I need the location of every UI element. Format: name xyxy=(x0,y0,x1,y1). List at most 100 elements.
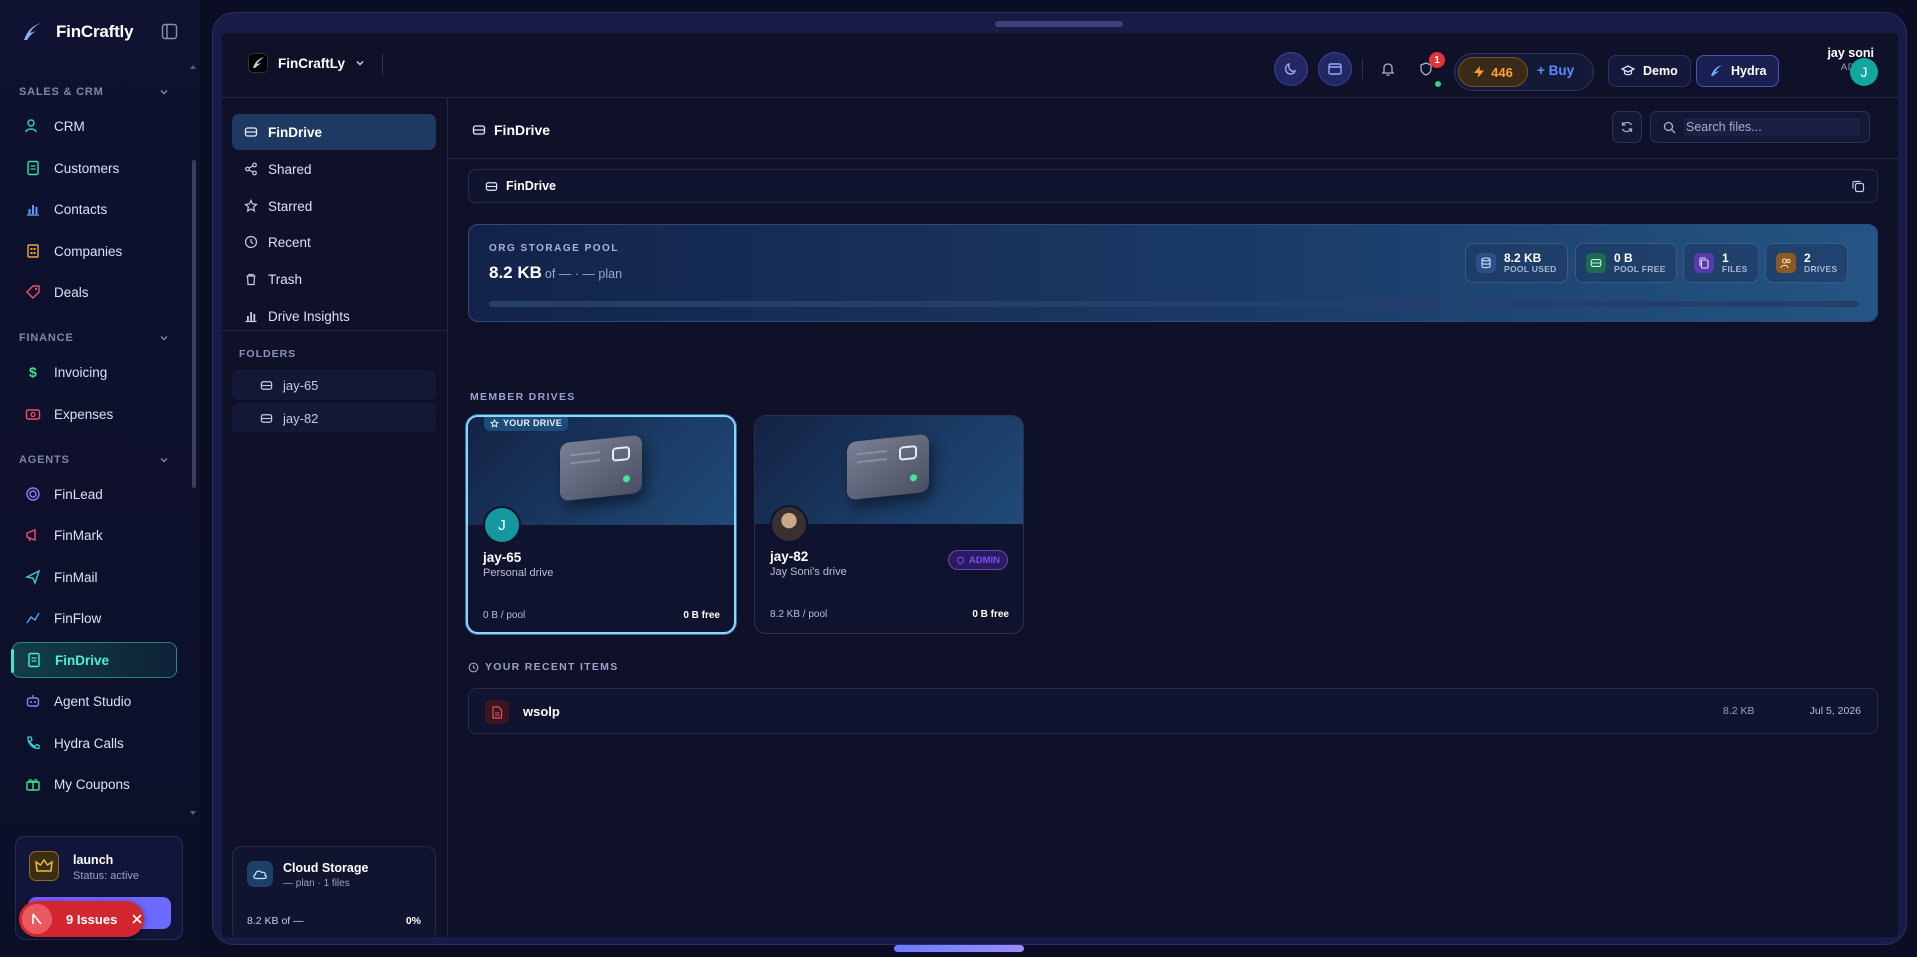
breadcrumb-item[interactable]: FinDrive xyxy=(506,179,556,193)
file-size: 8.2 KB xyxy=(1723,705,1755,717)
org-switcher[interactable]: FinCraftLy xyxy=(248,53,365,73)
admin-badge: ADMIN xyxy=(947,550,1008,570)
section-sales-crm[interactable]: SALES & CRM xyxy=(19,86,169,98)
browser-icon xyxy=(1328,63,1342,75)
nav-item-my-coupons[interactable]: My Coupons xyxy=(12,766,177,802)
drive-card[interactable]: jay-82 Jay Soni's drive ADMIN 8.2 KB / p… xyxy=(754,415,1024,634)
nav-item-agent-studio[interactable]: Agent Studio xyxy=(12,683,177,719)
breadcrumb: FinDrive xyxy=(468,169,1878,203)
nav-item-finlead[interactable]: FinLead xyxy=(12,476,177,512)
drive-card[interactable]: YOUR DRIVE J jay-65 Personal drive 0 B /… xyxy=(466,415,736,634)
target-icon xyxy=(26,487,40,501)
app-logo[interactable]: FinCraftly xyxy=(20,20,134,44)
pool-progress-bar xyxy=(489,301,1859,307)
flow-icon xyxy=(26,612,40,624)
tag-icon xyxy=(26,285,40,299)
copy-icon[interactable] xyxy=(1851,179,1865,193)
nav-item-contacts[interactable]: Contacts xyxy=(12,191,177,227)
top-bar: FinCraftLy 1 446 + Buy Demo Hydra jay so… xyxy=(222,33,1898,98)
avatar: J xyxy=(483,506,521,544)
nav-item-finmail[interactable]: FinMail xyxy=(12,559,177,595)
theme-toggle-button[interactable] xyxy=(1274,52,1308,86)
notifications-button[interactable] xyxy=(1371,52,1405,86)
file-icon xyxy=(28,652,40,668)
frame-bottom-handle[interactable] xyxy=(894,945,1024,952)
section-finance[interactable]: FINANCE xyxy=(19,332,169,344)
folder-item[interactable]: jay-82 xyxy=(232,403,436,433)
cloud-storage-title: Cloud Storage xyxy=(283,861,369,875)
nav-item-expenses[interactable]: Expenses xyxy=(12,396,177,432)
scroll-down-icon[interactable] xyxy=(189,810,197,816)
issues-badge[interactable]: 9 Issues xyxy=(19,901,144,937)
drive-name: jay-82 xyxy=(770,549,809,564)
your-drive-badge: YOUR DRIVE xyxy=(484,417,569,431)
bot-icon xyxy=(26,695,40,707)
search-icon xyxy=(1663,121,1676,133)
findrive-app: FinCraftLy 1 446 + Buy Demo Hydra jay so… xyxy=(222,33,1898,937)
drive-nav-recent[interactable]: Recent xyxy=(232,224,436,260)
buy-credits-button[interactable]: + Buy xyxy=(1537,63,1574,78)
drive-nav-shared[interactable]: Shared xyxy=(232,151,436,187)
org-logo-icon xyxy=(253,57,264,68)
hydra-button[interactable]: Hydra xyxy=(1696,55,1780,87)
close-icon[interactable] xyxy=(131,913,143,925)
folder-item[interactable]: jay-65 xyxy=(232,370,436,400)
recent-item-row[interactable]: wsolp 8.2 KB Jul 5, 2026 xyxy=(468,688,1878,734)
crown-icon xyxy=(35,859,53,872)
drive-nav-insights[interactable]: Drive Insights xyxy=(232,298,436,334)
chevron-down-icon xyxy=(356,60,364,66)
bar-chart-icon xyxy=(27,205,39,216)
search-box xyxy=(1650,111,1870,143)
nav-item-customers[interactable]: Customers xyxy=(12,150,177,186)
frame-top-handle[interactable] xyxy=(995,21,1123,27)
sidebar-scrollbar[interactable] xyxy=(192,160,196,488)
nav-item-companies[interactable]: Companies xyxy=(12,233,177,269)
demo-button[interactable]: Demo xyxy=(1608,55,1691,87)
cloud-storage-card[interactable]: Cloud Storage — plan · 1 files 8.2 KB of… xyxy=(232,846,436,937)
hard-drive-illustration xyxy=(847,433,929,501)
nav-item-crm[interactable]: CRM xyxy=(12,108,177,144)
storage-pool-card: ORG STORAGE POOL 8.2 KB of — · — plan 8.2… xyxy=(468,224,1878,322)
hard-drive-icon xyxy=(472,125,486,135)
bell-icon xyxy=(1381,63,1395,76)
drive-used: 8.2 KB / pool xyxy=(770,609,828,620)
plan-name: launch xyxy=(73,853,114,867)
divider xyxy=(222,330,448,331)
share-icon xyxy=(245,162,257,176)
scroll-up-icon[interactable] xyxy=(189,64,197,70)
svg-text:$: $ xyxy=(29,364,37,380)
chevron-down-icon xyxy=(160,90,168,95)
nav-item-finflow[interactable]: FinFlow xyxy=(12,600,177,636)
file-date: Jul 5, 2026 xyxy=(1809,705,1861,717)
section-agents[interactable]: AGENTS xyxy=(19,454,169,466)
notification-count-badge: 1 xyxy=(1429,52,1445,68)
plan-status: Status: active xyxy=(73,870,140,882)
pool-used-value: 8.2 KB of — · — plan xyxy=(489,263,623,282)
drive-nav-trash[interactable]: Trash xyxy=(232,261,436,297)
page-title: FinDrive xyxy=(472,122,550,138)
nav-item-findrive[interactable]: FinDrive xyxy=(11,642,177,678)
avatar[interactable]: J xyxy=(1850,58,1878,86)
dollar-icon: $ xyxy=(29,364,37,380)
users-icon xyxy=(25,119,37,133)
gift-icon xyxy=(26,779,40,791)
hard-drive-icon xyxy=(485,181,498,191)
avatar xyxy=(770,505,808,543)
app-name: FinCraftly xyxy=(56,22,134,41)
credits-balance[interactable]: 446 xyxy=(1458,57,1528,87)
hydra-logo-icon xyxy=(1711,65,1722,76)
main-content: FinDrive FinDrive ORG STORAGE POOL 8.2 K… xyxy=(448,98,1898,937)
search-input[interactable] xyxy=(1684,118,1860,136)
drive-nav-findrive[interactable]: FinDrive xyxy=(232,114,436,150)
nav-item-hydra-calls[interactable]: Hydra Calls xyxy=(12,725,177,761)
sidebar-collapse-icon[interactable] xyxy=(161,23,178,40)
cloud-storage-percent: 0% xyxy=(405,915,421,927)
drive-nav-starred[interactable]: Starred xyxy=(232,188,436,224)
refresh-button[interactable] xyxy=(1612,111,1642,143)
window-button[interactable] xyxy=(1318,52,1352,86)
nav-item-deals[interactable]: Deals xyxy=(12,274,177,310)
nav-item-finmark[interactable]: FinMark xyxy=(12,517,177,553)
bar-chart-icon xyxy=(245,312,257,323)
drive-used: 0 B / pool xyxy=(483,610,526,621)
nav-item-invoicing[interactable]: $ Invoicing xyxy=(12,354,177,390)
